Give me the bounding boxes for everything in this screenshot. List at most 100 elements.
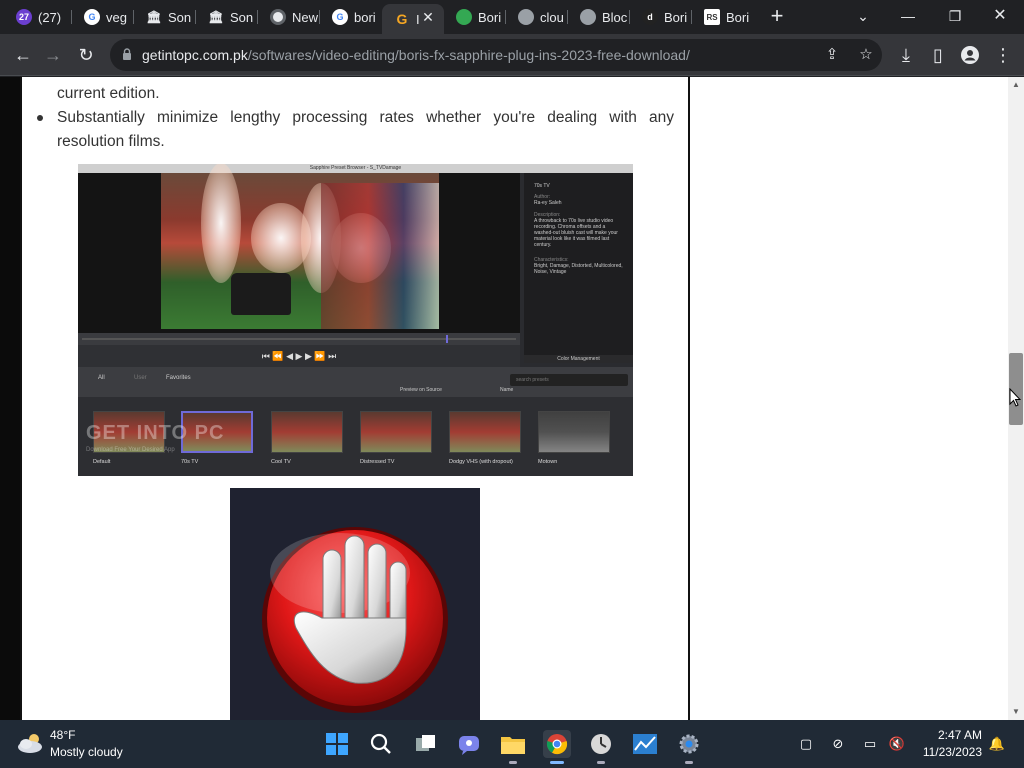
- article-bullet-text: Substantially minimize lengthy processin…: [57, 109, 674, 126]
- watermark-subtitle: Download Free Your Desired App: [86, 447, 175, 453]
- minimize-button[interactable]: —: [893, 4, 923, 28]
- profile-icon[interactable]: [957, 42, 983, 68]
- tab-blocked[interactable]: Bloc: [568, 4, 630, 30]
- watermark-logo: GET INTO PC: [86, 422, 225, 444]
- notification-bell-icon[interactable]: 🔔: [988, 735, 1006, 753]
- weather-cloud-moon-icon[interactable]: [16, 732, 44, 754]
- tab-label: Bori: [664, 9, 688, 25]
- tab-label: Son: [230, 9, 254, 25]
- chrome-taskbar-icon[interactable]: [543, 730, 571, 764]
- tab-label: Bloc: [602, 9, 628, 25]
- settings-gear-icon[interactable]: [675, 730, 703, 764]
- tab-label: Bori: [478, 9, 502, 25]
- browser-toolbar: ← → ↻ getintopc.com.pk/softwares/video-e…: [0, 34, 1024, 76]
- forward-button[interactable]: →: [40, 42, 66, 68]
- stop-hand-image: [230, 488, 480, 720]
- tab-label: Bori: [726, 9, 750, 25]
- chrome-web-icon: [456, 9, 472, 25]
- bank-icon: 🏛: [146, 10, 162, 24]
- screenshot-playback-controls: ⏮ ⏪ ◀ ▶ ▶ ⏩ ⏭: [78, 345, 520, 367]
- scroll-down-arrow-icon[interactable]: ▼: [1008, 704, 1024, 720]
- tab-label: clou: [540, 9, 564, 25]
- download-icon[interactable]: ⤓: [893, 42, 919, 68]
- preview-on-source-label: Preview on Source: [400, 387, 442, 393]
- article-text-line: current edition.: [57, 85, 160, 102]
- tab-bank-1[interactable]: 🏛 Son: [134, 4, 196, 30]
- volume-muted-icon[interactable]: 🔇: [888, 735, 906, 753]
- globe-icon: [518, 9, 534, 25]
- color-management-label: Color Management: [524, 355, 633, 363]
- thumbnail-image: [449, 411, 521, 453]
- tab-bank-2[interactable]: 🏛 Son: [196, 4, 258, 30]
- close-window-button[interactable]: ✕: [985, 4, 1015, 28]
- stadium-image: [161, 164, 439, 329]
- scroll-up-arrow-icon[interactable]: ▲: [1008, 77, 1024, 93]
- tab-google-search[interactable]: G veg: [72, 4, 134, 30]
- back-button[interactable]: ←: [10, 42, 36, 68]
- thumbnail-image: [538, 411, 610, 453]
- tab-boris-web[interactable]: Bori: [444, 4, 506, 30]
- thumbnail-label: Default: [93, 459, 111, 465]
- url-text: getintopc.com.pk/softwares/video-editing…: [142, 47, 690, 63]
- menu-kebab-icon[interactable]: ⋮: [990, 42, 1016, 68]
- description-value: A throwback to 70s live studio video rec…: [534, 218, 618, 248]
- tablet-mode-icon[interactable]: ▢: [797, 735, 815, 753]
- chrome-icon: [270, 9, 286, 25]
- search-icon[interactable]: [367, 730, 395, 758]
- tab-new[interactable]: New: [258, 4, 320, 30]
- task-view-icon[interactable]: [412, 730, 440, 758]
- file-explorer-icon[interactable]: [499, 730, 527, 764]
- network-off-icon[interactable]: ⊘: [829, 735, 847, 753]
- screenshot-timeline: [78, 333, 520, 345]
- windows-start-icon[interactable]: [323, 730, 351, 758]
- address-bar[interactable]: getintopc.com.pk/softwares/video-editing…: [110, 39, 882, 71]
- google-icon: G: [84, 9, 100, 25]
- tab-yahoo-mail[interactable]: 27 (27): [4, 4, 72, 30]
- tab-cloud[interactable]: clou: [506, 4, 568, 30]
- tab-google-boris[interactable]: G bori: [320, 4, 382, 30]
- tab-strip: 27 (27) G veg 🏛 Son 🏛 Son New G bori G I…: [0, 0, 1024, 34]
- side-panel-icon[interactable]: ▯: [925, 42, 951, 68]
- screenshot-info-panel: 70s TV Author: Ra-ey Saleh Description: …: [524, 173, 633, 363]
- screenshot-video-preview: [78, 164, 520, 333]
- url-host: getintopc.com.pk: [142, 47, 248, 63]
- teams-chat-icon[interactable]: [455, 730, 483, 758]
- tab-label: Son: [168, 9, 192, 25]
- chart-app-icon[interactable]: [631, 730, 659, 758]
- restore-button[interactable]: ❐: [940, 4, 970, 28]
- preset-tab-favorites: Favorites: [166, 375, 191, 381]
- close-tab-icon[interactable]: ✕: [420, 9, 436, 25]
- tab-boris-d[interactable]: d Bori: [630, 4, 692, 30]
- truck-image: [231, 273, 291, 315]
- tab-label: veg: [106, 9, 127, 25]
- display-icon[interactable]: ▭: [861, 735, 879, 753]
- tab-boris-rs[interactable]: RS Bori: [692, 4, 758, 30]
- taskbar-time[interactable]: 2:47 AM: [920, 728, 982, 742]
- thumbnail-label: Cool TV: [271, 459, 291, 465]
- tab-label: New: [292, 9, 319, 25]
- rs-icon: RS: [704, 9, 720, 25]
- reload-button[interactable]: ↻: [73, 42, 99, 68]
- taskbar-date[interactable]: 11/23/2023: [910, 745, 982, 759]
- weather-temperature[interactable]: 48°F: [50, 728, 75, 742]
- content-border: [20, 77, 22, 720]
- share-icon[interactable]: ⇪: [822, 45, 842, 65]
- tab-label: bori: [354, 9, 376, 25]
- screenshot-titlebar: Sapphire Preset Browser - S_TVDamage: [78, 164, 633, 173]
- tab-getintopc-active[interactable]: G I ✕: [382, 4, 444, 34]
- new-tab-button[interactable]: +: [766, 5, 788, 28]
- article-bullet-text: resolution films.: [57, 133, 165, 150]
- url-path: /softwares/video-editing/boris-fx-sapphi…: [247, 47, 690, 63]
- clock-app-icon[interactable]: [587, 730, 615, 764]
- preset-browser-screenshot: Sapphire Preset Browser - S_TVDamage 70s…: [78, 164, 633, 476]
- sort-name-label: Name: [500, 387, 514, 393]
- bookmark-star-icon[interactable]: ☆: [856, 45, 876, 65]
- bullet-dot: [37, 115, 43, 121]
- weather-description[interactable]: Mostly cloudy: [50, 745, 123, 759]
- preset-name: 70s TV: [534, 183, 550, 189]
- tab-search-button[interactable]: ⌄: [848, 4, 878, 28]
- author-value: Ra-ey Saleh: [534, 200, 562, 206]
- mouse-cursor-icon: [1009, 388, 1021, 407]
- getintopc-icon: G: [396, 11, 408, 27]
- preset-tab-all: All: [98, 375, 105, 381]
